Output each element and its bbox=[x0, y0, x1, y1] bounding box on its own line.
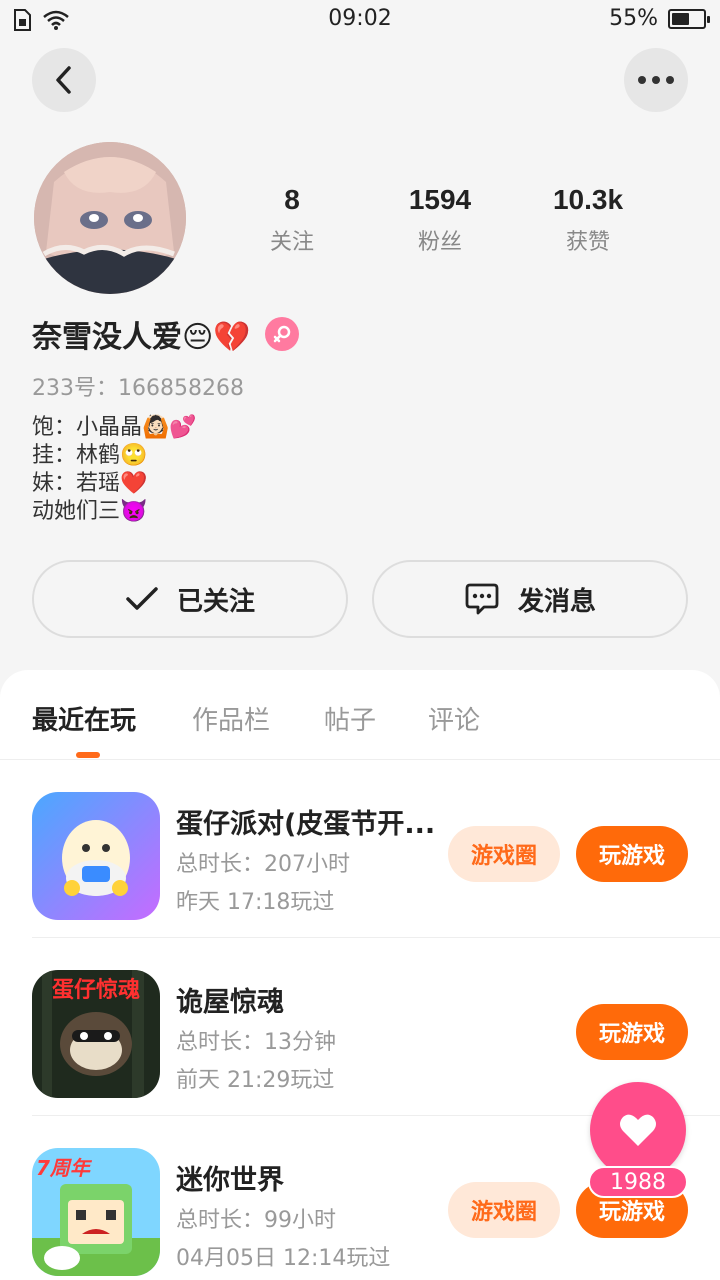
game-icon[interactable]: 7周年 bbox=[32, 1148, 160, 1276]
battery-percent: 55% bbox=[609, 6, 658, 31]
tab-bar: 最近在玩 作品栏 帖子 评论 bbox=[0, 670, 720, 760]
like-count: 1988 bbox=[588, 1166, 688, 1198]
bio-line: 妹：若瑶❤️ bbox=[32, 471, 148, 496]
avatar[interactable] bbox=[34, 142, 186, 294]
stat-fans[interactable]: 1594 粉丝 bbox=[370, 184, 510, 256]
bio: 饱：小晶晶🙆🏻💕 挂：林鹤🙄 妹：若瑶❤️ 动她们三👿 bbox=[32, 414, 197, 526]
stat-following[interactable]: 8 关注 bbox=[222, 184, 362, 256]
tab-indicator bbox=[76, 752, 100, 758]
game-icon-text: 蛋仔惊魂 bbox=[51, 978, 140, 1003]
tab-posts[interactable]: 帖子 bbox=[324, 700, 376, 737]
game-title: 迷你世界 bbox=[176, 1165, 284, 1196]
stat-likes[interactable]: 10.3k 获赞 bbox=[518, 184, 658, 256]
follow-button[interactable]: 已关注 bbox=[32, 560, 348, 638]
battery-icon bbox=[668, 8, 710, 29]
nickname: 奈雪没人爱😔💔 bbox=[32, 320, 251, 355]
more-icon bbox=[638, 76, 674, 84]
status-right: 55% bbox=[609, 6, 710, 31]
more-button[interactable] bbox=[624, 48, 688, 112]
check-icon bbox=[126, 587, 158, 610]
status-bar: 09:02 55% bbox=[0, 0, 720, 40]
game-last-played: 前天 21:29玩过 bbox=[176, 1068, 335, 1093]
message-label: 发消息 bbox=[517, 586, 596, 617]
game-title: 蛋仔派对(皮蛋节开... bbox=[176, 809, 436, 840]
game-icon[interactable]: 蛋仔惊魂 bbox=[32, 970, 160, 1098]
heart-icon bbox=[620, 1114, 656, 1146]
game-row[interactable]: 蛋仔派对(皮蛋节开... 总时长：207小时 昨天 17:18玩过 游戏圈 玩游… bbox=[32, 760, 720, 938]
back-button[interactable] bbox=[32, 48, 96, 112]
battery-fill bbox=[672, 12, 689, 25]
bio-line: 饱：小晶晶🙆🏻💕 bbox=[32, 415, 197, 440]
bio-line: 挂：林鹤🙄 bbox=[32, 443, 148, 468]
follow-label: 已关注 bbox=[176, 586, 255, 617]
message-button[interactable]: 发消息 bbox=[372, 560, 688, 638]
stat-following-label: 关注 bbox=[269, 230, 314, 255]
game-last-played: 昨天 17:18玩过 bbox=[176, 890, 335, 915]
game-duration: 总时长：13分钟 bbox=[176, 1030, 336, 1055]
tab-works[interactable]: 作品栏 bbox=[192, 700, 270, 737]
bio-line: 动她们三👿 bbox=[32, 499, 148, 524]
tab-recent[interactable]: 最近在玩 bbox=[32, 700, 136, 737]
back-icon bbox=[56, 66, 71, 94]
female-icon bbox=[264, 317, 299, 351]
game-last-played: 04月05日 12:14玩过 bbox=[176, 1246, 391, 1271]
stat-following-value: 8 bbox=[284, 184, 300, 215]
game-icon-text: 7周年 bbox=[36, 1156, 90, 1180]
game-title: 诡屋惊魂 bbox=[176, 987, 284, 1018]
game-circle-button[interactable]: 游戏圈 bbox=[448, 826, 560, 882]
play-game-button[interactable]: 玩游戏 bbox=[576, 826, 688, 882]
game-duration: 总时长：99小时 bbox=[176, 1208, 336, 1233]
play-game-button[interactable]: 玩游戏 bbox=[576, 1004, 688, 1060]
user-id: 233号：166858268 bbox=[32, 376, 244, 401]
stat-fans-label: 粉丝 bbox=[417, 230, 462, 255]
like-button[interactable] bbox=[590, 1082, 686, 1178]
game-duration: 总时长：207小时 bbox=[176, 852, 350, 877]
stat-likes-value: 10.3k bbox=[552, 184, 624, 215]
stat-likes-label: 获赞 bbox=[565, 230, 610, 255]
tab-comments[interactable]: 评论 bbox=[428, 700, 480, 737]
message-icon bbox=[465, 583, 499, 615]
game-circle-button[interactable]: 游戏圈 bbox=[448, 1182, 560, 1238]
nickname-row: 奈雪没人爱😔💔 bbox=[32, 312, 299, 356]
avatar-image bbox=[34, 142, 186, 294]
game-icon[interactable] bbox=[32, 792, 160, 920]
stat-fans-value: 1594 bbox=[408, 184, 472, 215]
